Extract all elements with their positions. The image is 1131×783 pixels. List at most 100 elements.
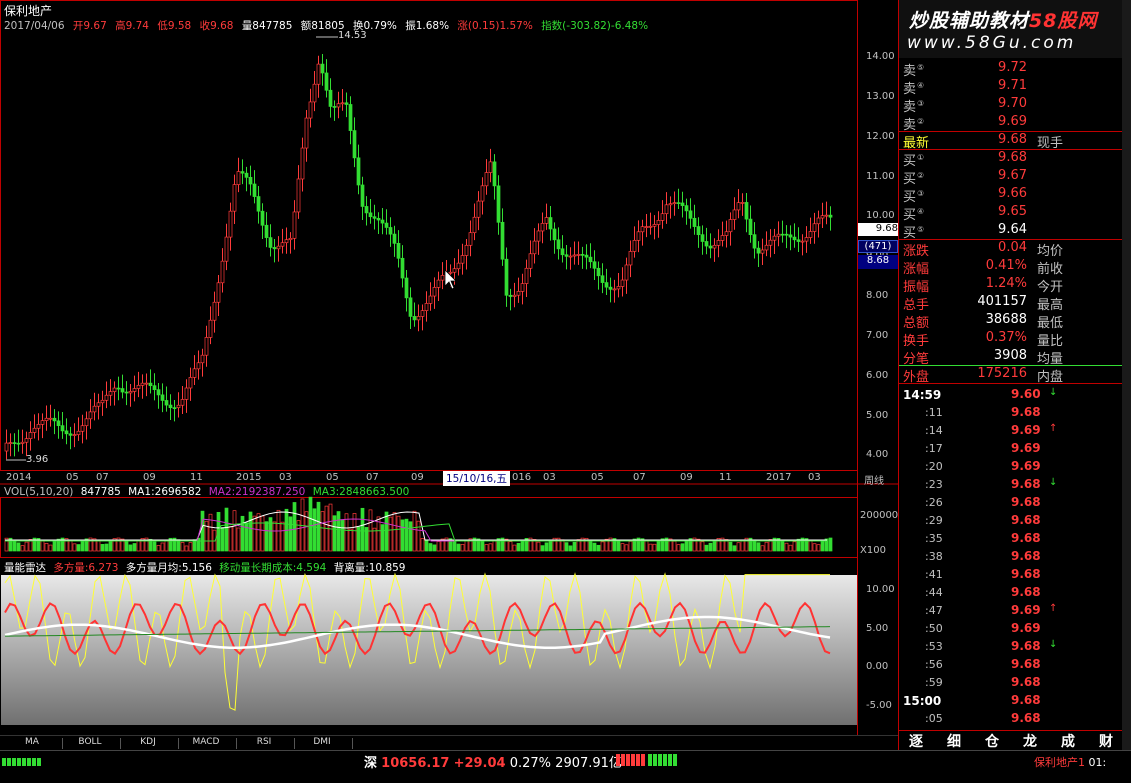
right-tab[interactable]: 成 bbox=[1061, 731, 1075, 751]
candle-body bbox=[608, 286, 613, 290]
tab-dmi[interactable]: DMI bbox=[292, 737, 352, 747]
tab-boll[interactable]: BOLL bbox=[60, 737, 120, 747]
chart-canvas[interactable] bbox=[0, 0, 898, 735]
volume-bar bbox=[132, 543, 137, 552]
volume-bar bbox=[104, 543, 109, 552]
row-label: 总手 bbox=[903, 298, 930, 313]
status-right-label: 保利地产1 bbox=[1034, 756, 1085, 769]
tick-row: :41 9.68 bbox=[899, 566, 1123, 584]
volume-bar bbox=[656, 540, 661, 552]
right-tab[interactable]: 细 bbox=[947, 731, 961, 751]
volume-bar bbox=[564, 542, 569, 552]
candle-body bbox=[752, 234, 757, 249]
candle-body bbox=[576, 254, 581, 256]
right-tab[interactable]: 逐 bbox=[909, 731, 923, 751]
volume-bar bbox=[792, 541, 797, 552]
candle-body bbox=[816, 217, 821, 225]
price-axis-label: 11.00 bbox=[866, 171, 895, 182]
volume-bar bbox=[16, 542, 21, 552]
candle-body bbox=[480, 185, 485, 202]
volume-bar bbox=[648, 543, 653, 552]
volume-bar bbox=[264, 521, 269, 552]
candle-body bbox=[776, 233, 781, 237]
volume-bar bbox=[588, 539, 593, 552]
candle-body bbox=[708, 245, 713, 249]
tick-row: :38 9.68 bbox=[899, 548, 1123, 566]
volume-bar bbox=[308, 496, 313, 552]
candle-body bbox=[664, 204, 669, 215]
right-tab[interactable]: 龙 bbox=[1023, 731, 1037, 751]
tick-price: 9.68 bbox=[1011, 693, 1041, 707]
tick-price: 9.68 bbox=[1011, 585, 1041, 599]
volume-bar bbox=[764, 541, 769, 552]
tab-rsi[interactable]: RSI bbox=[234, 737, 294, 747]
right-tab[interactable]: 仓 bbox=[985, 731, 999, 751]
volume-bar bbox=[96, 540, 101, 552]
candle-body bbox=[408, 297, 413, 317]
indicator-panel-bg bbox=[1, 575, 857, 725]
right-tab[interactable]: 财 bbox=[1099, 731, 1113, 751]
tick-arrow: ↓ bbox=[1049, 477, 1058, 488]
cursor-date: 15/10/16,五 bbox=[443, 471, 510, 486]
candle-body bbox=[100, 399, 105, 404]
volume-bar bbox=[624, 544, 629, 552]
candle-body bbox=[520, 283, 525, 292]
date-axis-label: 11 bbox=[190, 472, 203, 483]
candle-body bbox=[156, 389, 161, 396]
tab-macd[interactable]: MACD bbox=[176, 737, 236, 747]
ohlc-volume: 量847785 bbox=[241, 20, 293, 32]
tick-row: :59 9.68 bbox=[899, 674, 1123, 692]
volume-bar bbox=[480, 540, 485, 552]
volume-bar bbox=[136, 540, 141, 552]
chart-area[interactable]: 保利地产 2017/04/06 开9.67 高9.74 低9.58 收9.68 … bbox=[0, 0, 898, 735]
tick-row: :20 9.69 bbox=[899, 458, 1123, 476]
candle-body bbox=[800, 240, 805, 243]
candle-body bbox=[820, 215, 825, 219]
volume-bar bbox=[248, 511, 253, 552]
volume-bar bbox=[292, 502, 297, 552]
candle-body bbox=[568, 255, 573, 258]
volume-bar bbox=[336, 511, 341, 552]
ohlc-index: 指数(-303.82)-6.48% bbox=[541, 20, 649, 32]
volume-bar bbox=[568, 545, 573, 552]
volume-bar bbox=[432, 544, 437, 552]
candle-body bbox=[316, 63, 321, 85]
level-mark: ① bbox=[917, 153, 925, 162]
candle-body bbox=[556, 239, 561, 250]
ind-monthly-avg: 多方量月均:5.156 bbox=[125, 562, 212, 574]
tick-time: :05 bbox=[925, 712, 943, 725]
ind-buy-volume: 多方量:6.273 bbox=[53, 562, 119, 574]
scrollbar[interactable] bbox=[1122, 0, 1131, 750]
candle-body bbox=[588, 256, 593, 263]
row-label: 总额 bbox=[903, 316, 930, 331]
volume-bar bbox=[260, 515, 265, 552]
tab-kdj[interactable]: KDJ bbox=[118, 737, 178, 747]
candle-body bbox=[596, 267, 601, 277]
candle-body bbox=[456, 262, 461, 270]
tick-row: :35 9.68 bbox=[899, 530, 1123, 548]
candle-body bbox=[748, 218, 753, 236]
candle-body bbox=[40, 420, 45, 425]
ind-name: 量能雷达 bbox=[4, 562, 46, 574]
candle-body bbox=[736, 202, 741, 211]
candle-body bbox=[600, 275, 605, 283]
tick-arrow: ↓ bbox=[1049, 639, 1058, 650]
candle-body bbox=[388, 227, 393, 235]
row-label: 换手 bbox=[903, 334, 930, 349]
candle-body bbox=[112, 387, 117, 392]
volume-bar bbox=[20, 545, 25, 552]
tab-separator bbox=[352, 738, 353, 749]
candle-body bbox=[636, 231, 641, 241]
ind-cost: 移动量长期成本:4.594 bbox=[219, 562, 327, 574]
price-axis-label: 4.00 bbox=[866, 449, 889, 460]
candle-body bbox=[224, 236, 229, 262]
tab-ma[interactable]: MA bbox=[2, 737, 62, 747]
row-value: 9.69 bbox=[998, 114, 1027, 129]
candle-body bbox=[92, 405, 97, 413]
candle-body bbox=[260, 210, 265, 226]
volume-bar bbox=[268, 517, 273, 552]
candle-body bbox=[612, 288, 617, 291]
period-button[interactable]: 周线 bbox=[864, 472, 884, 487]
volume-bar bbox=[272, 521, 277, 552]
volume-bar bbox=[400, 519, 405, 552]
